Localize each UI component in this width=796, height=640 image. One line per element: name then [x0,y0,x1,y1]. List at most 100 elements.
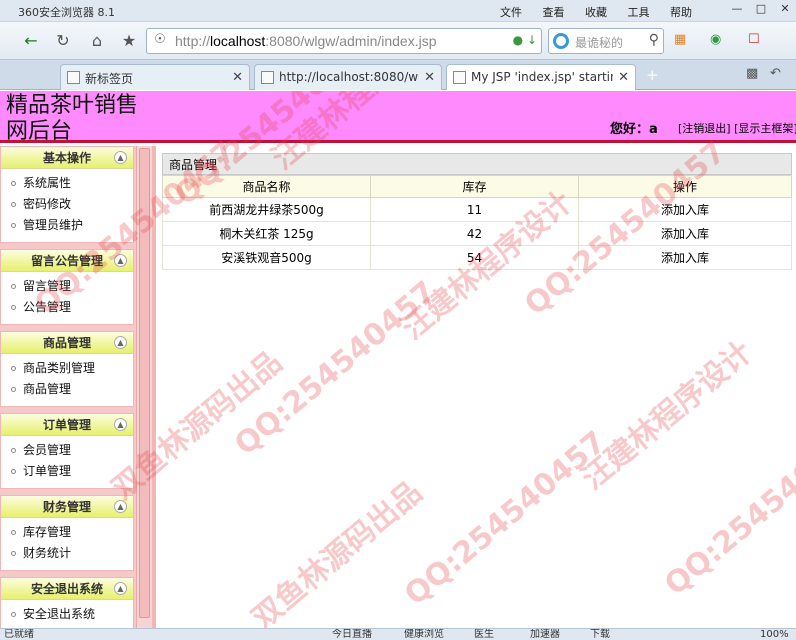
favorite-star-icon[interactable]: ★ [116,28,142,54]
sidebar-menu-item[interactable]: 安全退出系统 [1,604,133,625]
watermark-text: QQ:254540457 [228,274,443,463]
collapse-icon[interactable]: ▲ [114,418,127,431]
browser-titlebar: 360安全浏览器 8.1 文件 查看 收藏 工具 帮助 — □ ✕ [0,0,796,22]
collapse-icon[interactable]: ▲ [114,500,127,513]
status-health[interactable]: 健康浏览 [404,629,444,640]
menu-group-header[interactable]: 商品管理 ▲ [1,332,133,354]
sidebar-menu-item[interactable]: 留言管理 [1,276,133,297]
search-input[interactable]: 最诡秘的 [575,34,623,51]
sidebar-menu-item-label: 系统属性 [23,176,72,190]
close-tab-icon[interactable]: ✕ [424,70,435,85]
scrollbar-thumb[interactable] [139,148,150,618]
sidebar-menu-item[interactable]: 会员管理 [1,440,133,461]
sidebar-menu-item-label: 公告管理 [23,300,72,314]
menu-group-header[interactable]: 基本操作 ▲ [1,147,133,169]
sidebar-menu-item-label: 安全退出系统 [23,607,96,621]
close-tab-icon[interactable]: ✕ [232,70,243,85]
menu-group-items: 系统属性密码修改 管理员维护 [1,169,133,242]
browser-tabbar: 新标签页 ✕ http://localhost:8080/wlgw/i ✕ My… [0,60,796,90]
new-tab-icon[interactable]: + [646,66,659,84]
refresh-icon[interactable]: ↻ [50,28,76,54]
logout-link[interactable]: [注销退出] [678,122,731,135]
status-download[interactable]: 下载 [590,629,610,640]
add-stock-link[interactable]: 添加入库 [578,221,792,246]
sidebar-frame: 基本操作 ▲ 系统属性 密码修改 管理员维护 留言公告管理 ▲ 留言管理 公告管理 商品管理 ▲ 商品… [0,146,156,628]
header-links: [注销退出] [显示主框架] [678,120,796,136]
bullet-icon [11,366,16,371]
sidebar-menu-item[interactable]: 商品类别管理 [1,358,133,379]
menu-group-items: 会员管理订单管理 [1,436,133,488]
status-live[interactable]: 今日直播 [332,629,372,640]
menu-group-header[interactable]: 留言公告管理 ▲ [1,250,133,272]
main-content: 商品管理 商品名称 库存 操作 前西湖龙井绿茶500g 11 添加入库 桐木关红茶 1… [162,153,792,270]
sidebar-menu: 基本操作 ▲ 系统属性 密码修改 管理员维护 留言公告管理 ▲ 留言管理 公告管理 商品管理 ▲ 商品… [0,146,134,628]
add-stock-link[interactable]: 添加入库 [578,245,792,270]
product-name-cell: 前西湖龙井绿茶500g [162,197,371,222]
address-url[interactable]: http://localhost:8080/wlgw/admin/index.j… [175,33,437,49]
sidebar-menu-item[interactable]: 公告管理 [1,297,133,318]
collapse-icon[interactable]: ▲ [114,151,127,164]
sidebar-menu-item[interactable]: 商品管理 [1,379,133,400]
sidebar-menu-item-label: 会员管理 [23,443,72,457]
sidebar-menu-item[interactable]: 系统属性 [1,173,133,194]
bullet-icon [11,469,16,474]
maximize-icon[interactable]: □ [750,2,772,18]
minimize-icon[interactable]: — [726,2,748,18]
back-icon[interactable]: ← [18,28,44,54]
stock-cell: 11 [370,197,579,222]
menu-favorites[interactable]: 收藏 [585,6,607,19]
tab-new-tab[interactable]: 新标签页 ✕ [60,64,250,90]
menu-tools[interactable]: 工具 [628,6,650,19]
security-icon[interactable]: ◉ [710,32,721,47]
status-accelerator[interactable]: 加速器 [530,629,560,640]
menu-group-title: 基本操作 [42,151,91,165]
table-row: 桐木关红茶 125g 42 添加入库 [162,221,792,246]
sidebar-menu-item[interactable]: 库存管理 [1,522,133,543]
status-zoom[interactable]: 100% [760,629,789,640]
search-box[interactable]: 最诡秘的 ⚲ [548,28,664,54]
bullet-icon [11,202,16,207]
address-bar[interactable]: ☉ http://localhost:8080/wlgw/admin/index… [146,28,542,54]
page-icon [261,71,274,84]
tab-index-jsp[interactable]: My JSP 'index.jsp' starting p ✕ [446,64,636,90]
sidebar-menu-item[interactable]: 订单管理 [1,461,133,482]
watermark-text: QQ:254540457 [398,424,613,613]
menu-view[interactable]: 查看 [543,6,565,19]
home-icon[interactable]: ⌂ [84,28,110,54]
sidebar-menu-item[interactable]: 财务统计 [1,543,133,564]
menu-group-header[interactable]: 安全退出系统 ▲ [1,578,133,600]
close-tab-icon[interactable]: ✕ [618,70,629,85]
shield-icon[interactable]: ☉ [151,32,169,50]
sidebar-menu-item[interactable]: 管理员维护 [1,215,133,236]
search-icon[interactable]: ⚲ [649,32,659,48]
adblock-icon[interactable]: ☐ [748,32,760,47]
menu-file[interactable]: 文件 [500,6,522,19]
grid-icon [67,71,80,84]
collapse-icon[interactable]: ▲ [114,254,127,267]
restore-icon[interactable]: ▩ [746,66,758,81]
menu-group-title: 订单管理 [42,418,91,432]
tab-localhost[interactable]: http://localhost:8080/wlgw/i ✕ [254,64,442,90]
close-window-icon[interactable]: ✕ [774,2,796,18]
sidebar-menu-item[interactable]: 密码修改 [1,194,133,215]
bullet-icon [11,223,16,228]
goods-table: 商品名称 库存 操作 前西湖龙井绿茶500g 11 添加入库 桐木关红茶 125g 42… [162,175,792,270]
watermark-text: 双鱼林源码出品 [245,474,429,628]
sidebar-scrollbar[interactable] [136,146,152,628]
undo-icon[interactable]: ↶ [770,66,781,81]
menu-group: 商品管理 ▲ 商品类别管理 商品管理 [0,331,134,407]
sidebar-menu-item-label: 留言管理 [23,279,72,293]
menu-group-header[interactable]: 订单管理 ▲ [1,414,133,436]
site-title: 精品茶叶销售网后台 [6,93,139,141]
bullet-icon [11,612,16,617]
search-engine-icon[interactable] [553,33,569,49]
menu-help[interactable]: 帮助 [670,6,692,19]
show-frame-link[interactable]: [显示主框架] [734,122,796,135]
apps-icon[interactable]: ▦ [674,32,686,47]
compat-mode-icon[interactable]: ● ↓ [513,33,537,47]
add-stock-link[interactable]: 添加入库 [578,197,792,222]
collapse-icon[interactable]: ▲ [114,582,127,595]
status-doctor[interactable]: 医生 [474,629,494,640]
collapse-icon[interactable]: ▲ [114,336,127,349]
menu-group-header[interactable]: 财务管理 ▲ [1,496,133,518]
